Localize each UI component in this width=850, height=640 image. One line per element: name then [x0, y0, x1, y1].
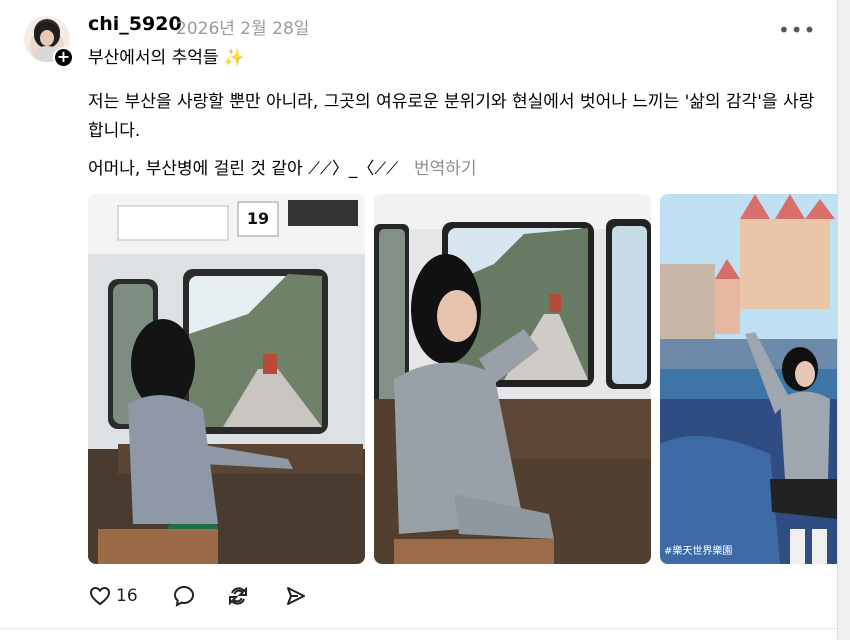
comment-button[interactable] [172, 580, 196, 612]
photo-watermark: #樂天世界樂園 [664, 544, 732, 557]
photo-2[interactable] [374, 194, 651, 564]
like-button[interactable]: 16 [88, 580, 138, 612]
photo-2-image [374, 194, 651, 564]
follow-plus-icon[interactable]: + [53, 47, 74, 68]
photo-3[interactable]: #樂天世界樂園 [660, 194, 837, 564]
post-body: 저는 부산을 사랑할 뿐만 아니라, 그곳의 여유로운 분위기와 현실에서 벗어… [88, 92, 815, 141]
share-icon [287, 587, 305, 605]
more-icon[interactable]: ••• [778, 18, 816, 42]
repost-icon [229, 586, 247, 606]
heart-icon [89, 586, 111, 606]
comment-icon [173, 585, 195, 607]
divider [0, 628, 837, 629]
username[interactable]: chi_5920 [88, 13, 182, 35]
share-button[interactable] [284, 580, 308, 612]
caption: 부산에서의 추억들 ✨ [88, 48, 246, 68]
post-card: + chi_5920 2026년 2월 28일 ••• 부산에서의 추억들 ✨ … [0, 0, 838, 640]
like-count: 16 [116, 586, 138, 606]
photo-1[interactable]: 19 [88, 194, 365, 564]
post-date: 2026년 2월 28일 [176, 19, 310, 39]
repost-button[interactable] [226, 580, 250, 612]
avatar-face [40, 30, 54, 46]
photo-1-image: 19 [88, 194, 365, 564]
car-number: 19 [247, 209, 269, 228]
photo-3-image: #樂天世界樂園 [660, 194, 837, 564]
translate-link[interactable]: 번역하기 [414, 154, 477, 179]
post-line-2: 어머나, 부산병에 걸린 것 같아 ⟋⟋〉_〈⟋⟋ [88, 159, 399, 179]
